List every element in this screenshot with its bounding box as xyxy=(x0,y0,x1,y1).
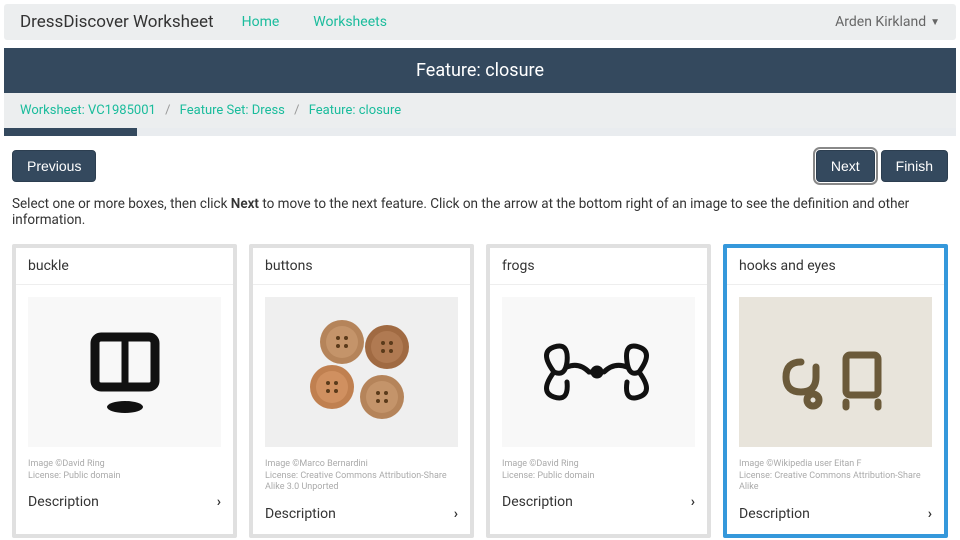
card-credit: Image ©David Ring License: Public domain xyxy=(490,459,707,486)
user-name: Arden Kirkland xyxy=(835,14,926,30)
feature-card-hooks-and-eyes[interactable]: hooks and eyes xyxy=(723,244,948,538)
card-image xyxy=(16,285,233,459)
breadcrumb-feature[interactable]: Feature: closure xyxy=(309,103,401,118)
chevron-right-icon: › xyxy=(928,506,932,522)
breadcrumb-featureset[interactable]: Feature Set: Dress xyxy=(180,103,285,118)
navbar: DressDiscover Worksheet Home Worksheets … xyxy=(4,4,956,40)
chevron-right-icon: › xyxy=(454,506,458,522)
progress-fill xyxy=(4,128,137,136)
card-credit: Image ©Wikipedia user Eitan F License: C… xyxy=(727,459,944,498)
feature-card-frogs[interactable]: frogs Image ©David Ring xyxy=(486,244,711,538)
card-header: buckle xyxy=(16,248,233,285)
card-header: buttons xyxy=(253,248,470,285)
user-menu[interactable]: Arden Kirkland ▼ xyxy=(835,14,940,30)
feature-banner: Feature: closure xyxy=(4,48,956,93)
previous-button[interactable]: Previous xyxy=(12,150,96,182)
caret-down-icon: ▼ xyxy=(930,17,940,28)
nav-worksheets[interactable]: Worksheets xyxy=(313,14,387,30)
finish-button[interactable]: Finish xyxy=(881,150,948,182)
banner-title: Feature: closure xyxy=(416,60,544,81)
chevron-right-icon: › xyxy=(691,494,695,510)
description-toggle[interactable]: Description › xyxy=(727,498,944,534)
buttons-icon xyxy=(287,297,437,447)
breadcrumb-worksheet[interactable]: Worksheet: VC1985001 xyxy=(20,103,156,118)
card-credit: Image ©David Ring License: Public domain xyxy=(16,459,233,486)
buckle-icon xyxy=(65,312,185,432)
card-header: frogs xyxy=(490,248,707,285)
nav-button-row: Previous Next Finish xyxy=(12,150,948,182)
frogs-icon xyxy=(519,317,679,427)
card-image xyxy=(727,285,944,459)
description-toggle[interactable]: Description › xyxy=(490,486,707,522)
next-button[interactable]: Next xyxy=(816,150,875,182)
feature-card-buttons[interactable]: buttons xyxy=(249,244,474,538)
feature-card-buckle[interactable]: buckle Image ©David Ring License: Public… xyxy=(12,244,237,538)
card-header: hooks and eyes xyxy=(727,248,944,285)
hooks-eyes-icon xyxy=(761,312,911,432)
description-toggle[interactable]: Description › xyxy=(253,498,470,534)
breadcrumb-sep: / xyxy=(294,103,299,118)
breadcrumb: Worksheet: VC1985001 / Feature Set: Dres… xyxy=(4,93,956,128)
card-credit: Image ©Marco Bernardini License: Creativ… xyxy=(253,459,470,498)
chevron-right-icon: › xyxy=(217,494,221,510)
instructions: Select one or more boxes, then click Nex… xyxy=(12,196,948,228)
card-image xyxy=(490,285,707,459)
breadcrumb-sep: / xyxy=(165,103,170,118)
brand-link[interactable]: DressDiscover Worksheet xyxy=(20,12,214,32)
progress-bar xyxy=(4,128,956,136)
description-toggle[interactable]: Description › xyxy=(16,486,233,522)
feature-grid: buckle Image ©David Ring License: Public… xyxy=(12,244,948,538)
card-image xyxy=(253,285,470,459)
nav-home[interactable]: Home xyxy=(242,14,280,30)
